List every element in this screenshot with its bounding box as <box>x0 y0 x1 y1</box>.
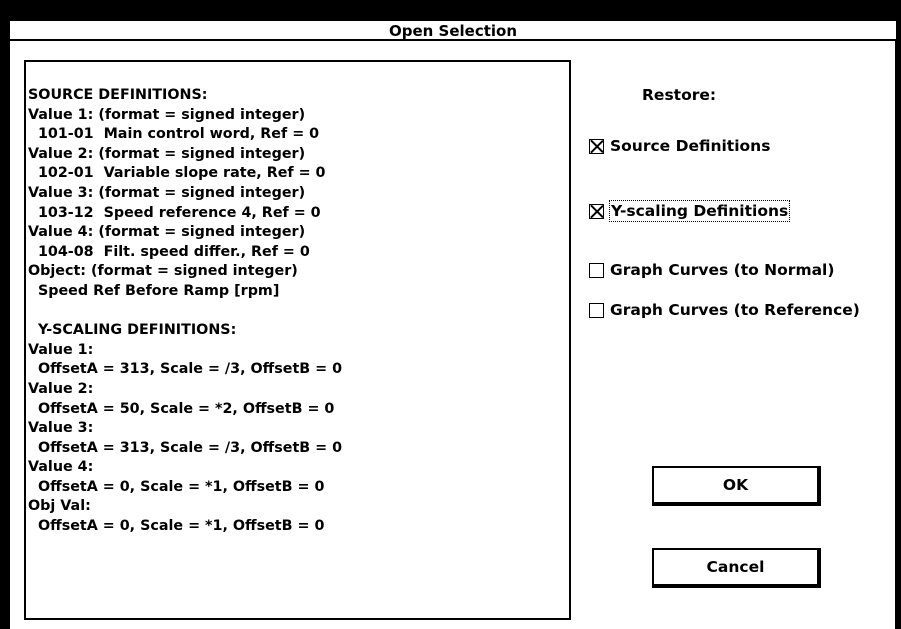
list-item: OffsetA = 0, Scale = *1, OffsetB = 0 <box>28 518 325 535</box>
definitions-lines: SOURCE DEFINITIONS: Value 1: (format = si… <box>26 86 550 537</box>
checkbox-unchecked-icon[interactable] <box>589 262 604 278</box>
list-item: Y-SCALING DEFINITIONS: <box>28 322 237 339</box>
graph-curves-normal-checkbox[interactable]: Graph Curves (to Normal) <box>589 259 834 281</box>
checkbox-checked-icon[interactable] <box>589 138 604 154</box>
list-item: 102-01 Variable slope rate, Ref = 0 <box>28 165 326 182</box>
list-item: SOURCE DEFINITIONS: <box>28 87 208 103</box>
source-definitions-label: Source Definitions <box>610 137 771 155</box>
list-item: Obj Val: <box>28 498 91 515</box>
list-item: Speed Ref Before Ramp [rpm] <box>28 282 280 299</box>
list-item <box>26 302 550 322</box>
list-item: Value 1: <box>28 341 94 358</box>
list-item: Value 4: <box>28 459 94 476</box>
y-scaling-definitions-checkbox[interactable]: Y-scaling Definitions <box>589 200 791 222</box>
list-item: Value 4: (format = signed integer) <box>28 224 306 241</box>
list-item: 103-12 Speed reference 4, Ref = 0 <box>28 204 321 221</box>
list-item: Value 3: (format = signed integer) <box>28 184 306 201</box>
graph-curves-reference-checkbox[interactable]: Graph Curves (to Reference) <box>589 299 860 321</box>
graph-curves-reference-label: Graph Curves (to Reference) <box>610 301 860 319</box>
list-item: Object: (format = signed integer) <box>28 263 298 280</box>
window-frame-right <box>895 41 901 629</box>
definitions-listbox[interactable]: SOURCE DEFINITIONS: Value 1: (format = si… <box>24 60 571 620</box>
y-scaling-definitions-label: Y-scaling Definitions <box>608 200 791 222</box>
list-item: Value 2: (format = signed integer) <box>28 145 306 162</box>
dialog-title: Open Selection <box>10 21 896 41</box>
list-item: Value 3: <box>28 420 94 437</box>
list-item: OffsetA = 313, Scale = /3, OffsetB = 0 <box>28 361 343 378</box>
list-item: OffsetA = 50, Scale = *2, OffsetB = 0 <box>28 400 335 417</box>
cancel-button[interactable]: Cancel <box>652 548 821 588</box>
list-item: Value 2: <box>28 380 94 397</box>
checkbox-checked-icon[interactable] <box>589 203 604 219</box>
list-item: OffsetA = 313, Scale = /3, OffsetB = 0 <box>28 439 343 456</box>
restore-label: Restore: <box>642 86 717 104</box>
ok-button[interactable]: OK <box>652 466 821 506</box>
window-frame-left <box>0 41 10 629</box>
checkbox-unchecked-icon[interactable] <box>589 302 604 318</box>
list-item: OffsetA = 0, Scale = *1, OffsetB = 0 <box>28 478 325 495</box>
open-selection-dialog: Open Selection SOURCE DEFINITIONS: Value … <box>0 0 901 629</box>
list-item: Value 1: (format = signed integer) <box>28 106 306 123</box>
list-item: 101-01 Main control word, Ref = 0 <box>28 126 320 143</box>
list-item: 104-08 Filt. speed differ., Ref = 0 <box>28 243 310 260</box>
source-definitions-checkbox[interactable]: Source Definitions <box>589 135 770 157</box>
graph-curves-normal-label: Graph Curves (to Normal) <box>610 261 835 279</box>
title-bar[interactable]: Open Selection <box>0 0 901 41</box>
